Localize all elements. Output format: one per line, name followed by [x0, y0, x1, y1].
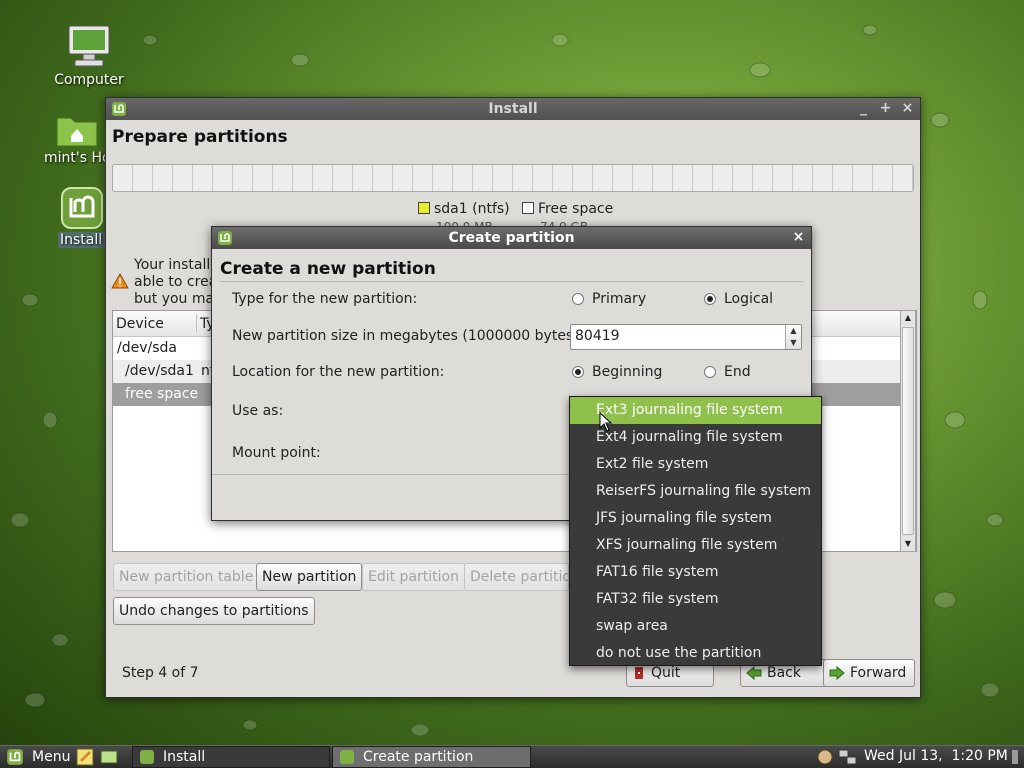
- location-label: Location for the new partition:: [232, 364, 445, 380]
- radio-beginning[interactable]: Beginning: [572, 364, 662, 380]
- cell-device: /dev/sda1: [125, 363, 194, 379]
- dialog-heading: Create a new partition: [220, 259, 436, 279]
- mount-point-label: Mount point:: [232, 445, 321, 461]
- new-partition-button[interactable]: New partition: [256, 563, 363, 591]
- desktop-icon-label: Install Linux Mint: [58, 232, 105, 248]
- edit-partition-button[interactable]: Edit partition: [362, 563, 465, 591]
- mint-logo-icon: [7, 749, 23, 765]
- menu-item-swap[interactable]: swap area: [570, 613, 821, 640]
- undo-changes-button[interactable]: Undo changes to partitions: [113, 597, 315, 625]
- mouse-cursor-icon: [599, 412, 613, 432]
- radio-logical[interactable]: Logical: [704, 291, 773, 307]
- type-label: Type for the new partition:: [232, 291, 418, 307]
- legend-sda1: sda1 (ntfs): [418, 201, 510, 217]
- legend-label: sda1 (ntfs): [434, 201, 510, 217]
- cell-device: free space: [125, 386, 199, 402]
- back-label: Back: [767, 665, 801, 681]
- legend-label: Free space: [538, 201, 614, 217]
- size-label: New partition size in megabytes (1000000…: [232, 328, 584, 344]
- install-titlebar[interactable]: Install _ + ×: [106, 98, 920, 120]
- task-label: Install: [163, 749, 206, 765]
- spin-up-icon[interactable]: ▲: [786, 325, 801, 337]
- menu-item-fat32[interactable]: FAT32 file system: [570, 586, 821, 613]
- terminal-launcher-icon[interactable]: [100, 748, 118, 766]
- forward-arrow-icon: [829, 666, 845, 680]
- close-button[interactable]: ×: [792, 229, 805, 245]
- menu-item-xfs[interactable]: XFS journaling file system: [570, 532, 821, 559]
- size-value: 80419: [575, 328, 620, 344]
- legend-swatch: [522, 202, 534, 214]
- maximize-button[interactable]: +: [879, 100, 892, 116]
- taskbar: Menu Install Create partition Wed Jul 13…: [0, 745, 1024, 768]
- radio-label: Beginning: [592, 364, 663, 380]
- partition-bar: [112, 164, 914, 192]
- menu-item-jfs[interactable]: JFS journaling file system: [570, 505, 821, 532]
- radio-label: End: [724, 364, 751, 380]
- window-title: Install: [488, 101, 538, 117]
- dialog-titlebar[interactable]: Create partition ×: [212, 227, 811, 249]
- heading-separator: [220, 281, 803, 282]
- legend-swatch: [418, 202, 430, 214]
- quit-label: Quit: [651, 665, 681, 681]
- radio-dot: [704, 366, 716, 378]
- scroll-down-arrow[interactable]: ▼: [901, 537, 915, 551]
- spin-down-icon[interactable]: ▼: [786, 337, 801, 349]
- size-spinbutton[interactable]: 80419 ▲ ▼: [570, 324, 802, 350]
- show-desktop-icon[interactable]: [1010, 748, 1020, 766]
- back-arrow-icon: [746, 666, 762, 680]
- menu-label: Menu: [32, 749, 71, 765]
- menu-item-ext2[interactable]: Ext2 file system: [570, 451, 821, 478]
- radio-dot: [572, 366, 584, 378]
- radio-label: Logical: [724, 291, 774, 307]
- menu-button[interactable]: Menu: [0, 746, 74, 768]
- mint-logo-icon: [140, 750, 154, 764]
- forward-button[interactable]: Forward: [823, 659, 915, 687]
- column-header-device[interactable]: Device: [116, 316, 164, 332]
- step-indicator: Step 4 of 7: [122, 665, 199, 681]
- minimize-button[interactable]: _: [857, 100, 870, 116]
- clock[interactable]: Wed Jul 13, 1:20 PM: [864, 748, 1008, 764]
- desktop-icon-home[interactable]: mint's Home: [42, 110, 112, 166]
- radio-dot: [572, 293, 584, 305]
- warning-icon: [111, 273, 129, 289]
- menu-item-reiserfs[interactable]: ReiserFS journaling file system: [570, 478, 821, 505]
- scroll-up-arrow[interactable]: ▲: [901, 311, 915, 325]
- column-divider: [196, 314, 197, 332]
- radio-dot: [704, 293, 716, 305]
- computer-icon: [68, 25, 110, 67]
- spin-arrows[interactable]: ▲ ▼: [785, 325, 801, 349]
- radio-end[interactable]: End: [704, 364, 751, 380]
- use-as-label: Use as:: [232, 403, 284, 419]
- page-title: Prepare partitions: [112, 127, 288, 147]
- accessibility-icon[interactable]: [816, 748, 834, 766]
- menu-item-do-not-use[interactable]: do not use the partition: [570, 640, 821, 667]
- text-editor-launcher-icon[interactable]: [76, 748, 94, 766]
- desktop-icon-install[interactable]: Install Linux Mint: [58, 186, 105, 248]
- desktop-icon-computer[interactable]: Computer: [44, 22, 134, 88]
- cell-device: /dev/sda: [117, 340, 177, 356]
- delete-partition-button[interactable]: Delete partition: [464, 563, 569, 591]
- mint-logo-icon: [340, 750, 354, 764]
- home-folder-icon: [56, 117, 98, 147]
- scroll-thumb[interactable]: [902, 327, 914, 535]
- mint-logo-icon: [60, 187, 103, 229]
- menu-item-fat16[interactable]: FAT16 file system: [570, 559, 821, 586]
- dialog-title: Create partition: [448, 230, 575, 246]
- new-partition-table-button[interactable]: New partition table: [113, 563, 260, 591]
- desktop-icon-label: Computer: [54, 72, 124, 88]
- forward-label: Forward: [850, 665, 907, 681]
- taskbar-task-install[interactable]: Install: [132, 746, 330, 768]
- legend-free: Free space: [522, 201, 613, 217]
- close-button[interactable]: ×: [901, 100, 914, 116]
- radio-label: Primary: [592, 291, 647, 307]
- task-label: Create partition: [363, 749, 474, 765]
- table-scrollbar[interactable]: ▲ ▼: [900, 310, 916, 552]
- desktop-icon-label: mint's Home: [44, 150, 112, 166]
- quit-icon: [635, 667, 643, 679]
- network-icon[interactable]: [838, 748, 858, 766]
- radio-primary[interactable]: Primary: [572, 291, 646, 307]
- taskbar-task-create-partition[interactable]: Create partition: [332, 746, 531, 768]
- use-as-dropdown-menu: Ext3 journaling file system Ext4 journal…: [569, 396, 822, 666]
